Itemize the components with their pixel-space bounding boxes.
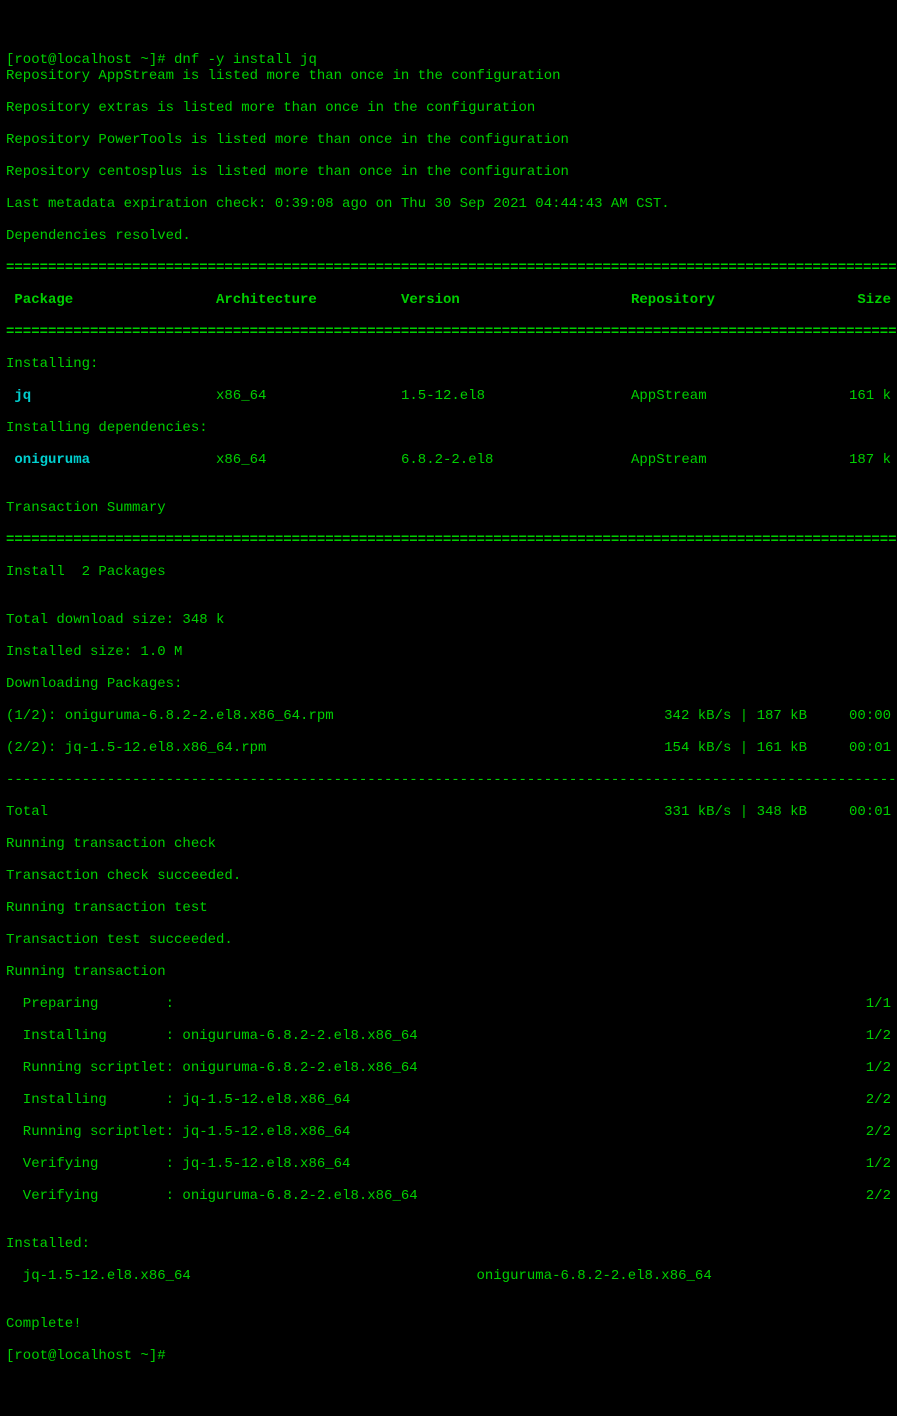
table-header: PackageArchitectureVersionRepositorySize bbox=[6, 292, 891, 308]
metadata-line: Last metadata expiration check: 0:39:08 … bbox=[6, 196, 891, 212]
deps-resolved: Dependencies resolved. bbox=[6, 228, 891, 244]
pkg-arch: x86_64 bbox=[216, 388, 401, 404]
download-file: (1/2): oniguruma-6.8.2-2.el8.x86_64.rpm bbox=[6, 708, 631, 724]
installed-packages: jq-1.5-12.el8.x86_64 oniguruma-6.8.2-2.e… bbox=[6, 1268, 891, 1284]
rule-line: ========================================… bbox=[6, 260, 891, 276]
tx-step-count: 1/2 bbox=[831, 1060, 891, 1076]
header-repo: Repository bbox=[631, 292, 836, 308]
pkg-name: jq bbox=[6, 388, 216, 404]
table-row: jqx86_641.5-12.el8AppStream161 k bbox=[6, 388, 891, 404]
tx-step-count: 2/2 bbox=[831, 1188, 891, 1204]
table-row: onigurumax86_646.8.2-2.el8AppStream187 k bbox=[6, 452, 891, 468]
complete-line: Complete! bbox=[6, 1316, 891, 1332]
tx-step-count: 1/2 bbox=[831, 1028, 891, 1044]
total-stats: 331 kB/s | 348 kB 00:01 bbox=[631, 804, 891, 820]
tx-check-line: Transaction check succeeded. bbox=[6, 868, 891, 884]
pkg-repo: AppStream bbox=[631, 388, 836, 404]
rule-line: ========================================… bbox=[6, 324, 891, 340]
tx-step: Running scriptlet: oniguruma-6.8.2-2.el8… bbox=[6, 1060, 891, 1076]
transaction-summary-label: Transaction Summary bbox=[6, 500, 891, 516]
tx-check-line: Running transaction check bbox=[6, 836, 891, 852]
prompt: [root@localhost ~]# bbox=[6, 52, 174, 68]
header-size: Size bbox=[836, 292, 891, 308]
prompt[interactable]: [root@localhost ~]# bbox=[6, 1348, 174, 1364]
tx-step-count: 1/2 bbox=[831, 1156, 891, 1172]
tx-step-text: Running scriptlet: jq-1.5-12.el8.x86_64 bbox=[6, 1124, 831, 1140]
download-row: (1/2): oniguruma-6.8.2-2.el8.x86_64.rpm3… bbox=[6, 708, 891, 724]
install-count: Install 2 Packages bbox=[6, 564, 891, 580]
tx-step-count: 2/2 bbox=[831, 1124, 891, 1140]
tx-run-line: Running transaction bbox=[6, 964, 891, 980]
pkg-repo: AppStream bbox=[631, 452, 836, 468]
tx-step-text: Running scriptlet: oniguruma-6.8.2-2.el8… bbox=[6, 1060, 831, 1076]
download-row: (2/2): jq-1.5-12.el8.x86_64.rpm154 kB/s … bbox=[6, 740, 891, 756]
tx-step: Installing : oniguruma-6.8.2-2.el8.x86_6… bbox=[6, 1028, 891, 1044]
rule-dash: ----------------------------------------… bbox=[6, 772, 891, 788]
repo-warning: Repository centosplus is listed more tha… bbox=[6, 164, 891, 180]
repo-warning: Repository PowerTools is listed more tha… bbox=[6, 132, 891, 148]
tx-step: Running scriptlet: jq-1.5-12.el8.x86_642… bbox=[6, 1124, 891, 1140]
tx-step: Verifying : oniguruma-6.8.2-2.el8.x86_64… bbox=[6, 1188, 891, 1204]
tx-step: Preparing :1/1 bbox=[6, 996, 891, 1012]
pkg-version: 6.8.2-2.el8 bbox=[401, 452, 631, 468]
repo-warning: Repository extras is listed more than on… bbox=[6, 100, 891, 116]
tx-step-text: Installing : jq-1.5-12.el8.x86_64 bbox=[6, 1092, 831, 1108]
header-package: Package bbox=[6, 292, 216, 308]
installing-label: Installing: bbox=[6, 356, 891, 372]
download-total: Total331 kB/s | 348 kB 00:01 bbox=[6, 804, 891, 820]
tx-step-text: Preparing : bbox=[6, 996, 831, 1012]
download-stats: 154 kB/s | 161 kB 00:01 bbox=[631, 740, 891, 756]
tx-step: Installing : jq-1.5-12.el8.x86_642/2 bbox=[6, 1092, 891, 1108]
tx-step-count: 2/2 bbox=[831, 1092, 891, 1108]
rule-line: ========================================… bbox=[6, 532, 891, 548]
tx-step-count: 1/1 bbox=[831, 996, 891, 1012]
total-download-size: Total download size: 348 k bbox=[6, 612, 891, 628]
pkg-size: 187 k bbox=[836, 452, 891, 468]
terminal[interactable]: [root@localhost ~]# dnf -y install jq Re… bbox=[6, 36, 891, 1364]
tx-step-text: Verifying : oniguruma-6.8.2-2.el8.x86_64 bbox=[6, 1188, 831, 1204]
tx-step: Verifying : jq-1.5-12.el8.x86_641/2 bbox=[6, 1156, 891, 1172]
pkg-name: oniguruma bbox=[6, 452, 216, 468]
total-label: Total bbox=[6, 804, 631, 820]
installed-header: Installed: bbox=[6, 1236, 891, 1252]
tx-step-text: Verifying : jq-1.5-12.el8.x86_64 bbox=[6, 1156, 831, 1172]
downloading-label: Downloading Packages: bbox=[6, 676, 891, 692]
download-file: (2/2): jq-1.5-12.el8.x86_64.rpm bbox=[6, 740, 631, 756]
tx-test-line: Transaction test succeeded. bbox=[6, 932, 891, 948]
tx-step-text: Installing : oniguruma-6.8.2-2.el8.x86_6… bbox=[6, 1028, 831, 1044]
command-text: dnf -y install jq bbox=[174, 52, 317, 68]
download-stats: 342 kB/s | 187 kB 00:00 bbox=[631, 708, 891, 724]
pkg-arch: x86_64 bbox=[216, 452, 401, 468]
header-arch: Architecture bbox=[216, 292, 401, 308]
installed-size: Installed size: 1.0 M bbox=[6, 644, 891, 660]
header-version: Version bbox=[401, 292, 631, 308]
pkg-size: 161 k bbox=[836, 388, 891, 404]
installing-deps-label: Installing dependencies: bbox=[6, 420, 891, 436]
repo-warning: Repository AppStream is listed more than… bbox=[6, 68, 891, 84]
tx-test-line: Running transaction test bbox=[6, 900, 891, 916]
pkg-version: 1.5-12.el8 bbox=[401, 388, 631, 404]
